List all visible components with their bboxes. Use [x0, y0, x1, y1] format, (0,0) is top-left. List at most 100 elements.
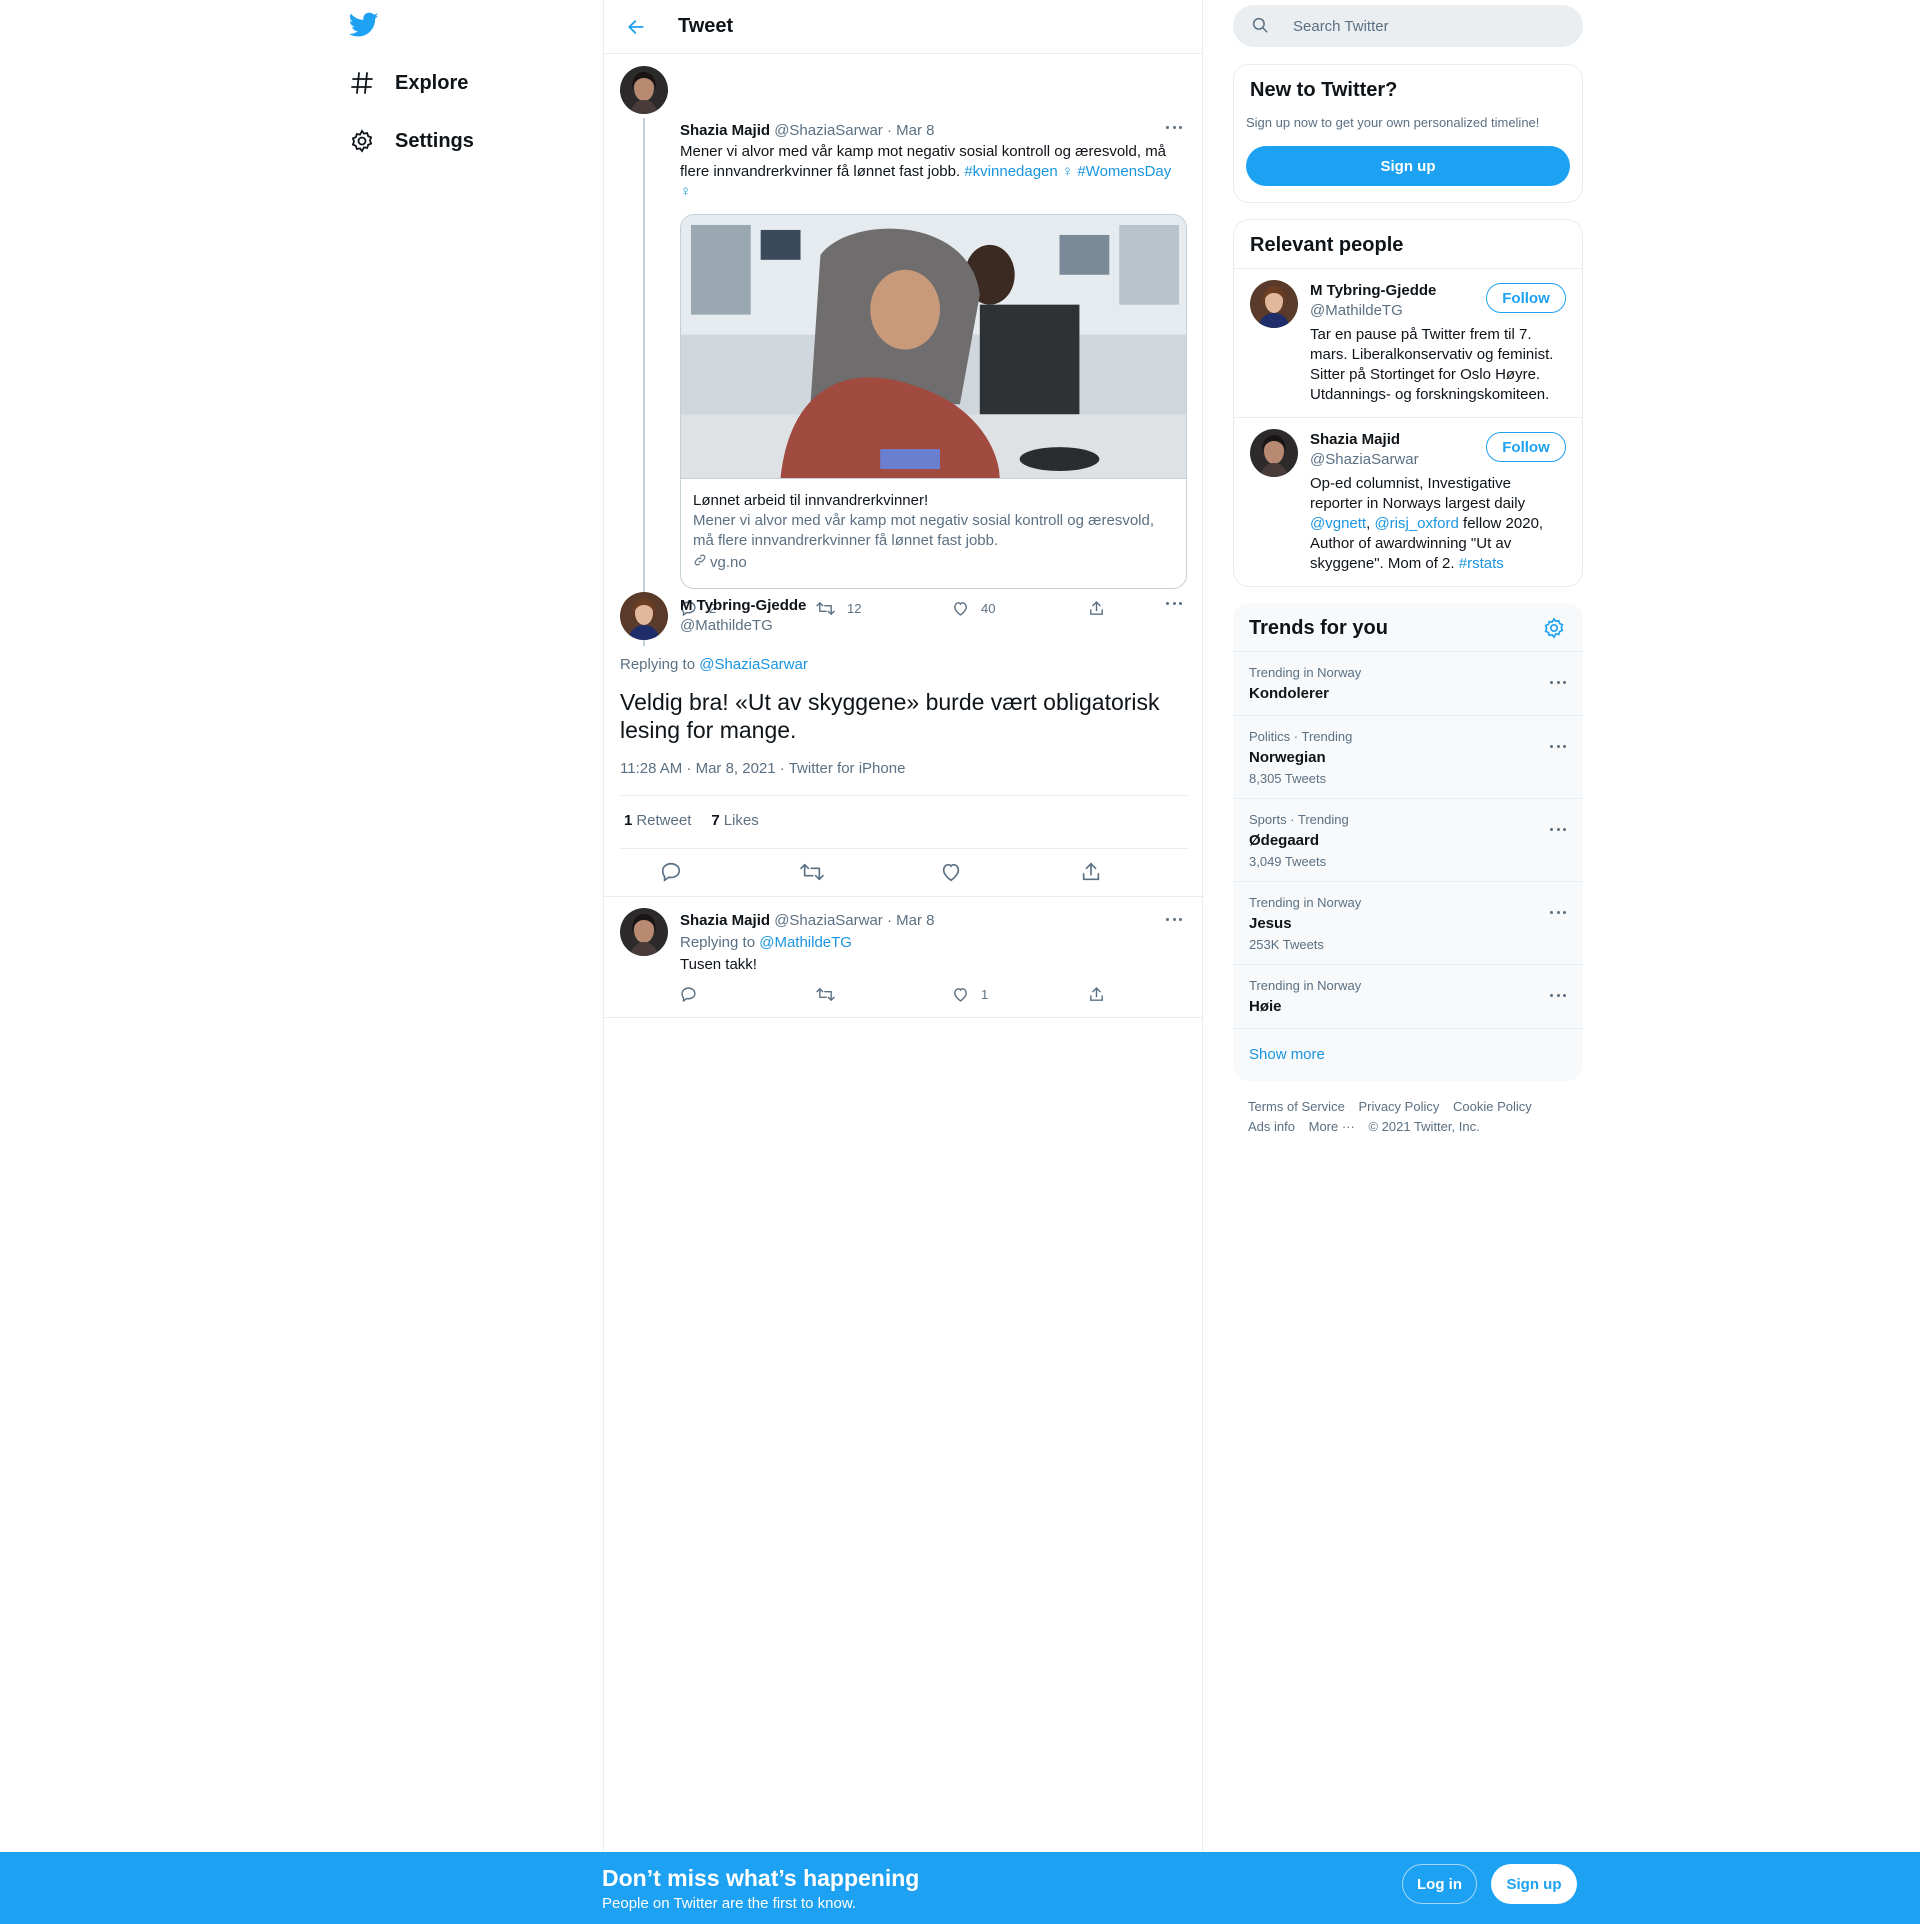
trend-item[interactable]: Politics · Trending Norwegian 8,305 Twee… — [1233, 715, 1583, 798]
like-button[interactable]: 40 — [952, 600, 1088, 617]
author-handle[interactable]: @ShaziaSarwar — [774, 122, 883, 139]
gear-icon[interactable] — [1543, 617, 1565, 639]
mention-link[interactable]: @vgnett — [1310, 515, 1366, 532]
share-button[interactable] — [1080, 860, 1220, 884]
tweet-header: Shazia Majid @ShaziaSarwar · Mar 8 — [680, 122, 935, 139]
privacy-link[interactable]: Privacy Policy — [1358, 1097, 1439, 1117]
tweet-date[interactable]: · Mar 8 — [887, 912, 935, 929]
mention-link[interactable]: @risj_oxford — [1374, 515, 1458, 532]
hashtag-icon — [349, 70, 375, 96]
person-card[interactable]: Shazia Majid @ShaziaSarwar Follow Op-ed … — [1234, 417, 1582, 587]
trend-item[interactable]: Trending in Norway Jesus 253K Tweets — [1233, 881, 1583, 964]
avatar[interactable] — [620, 908, 668, 956]
trend-item[interactable]: Sports · Trending Ødegaard 3,049 Tweets — [1233, 798, 1583, 881]
more-link[interactable]: More ··· — [1309, 1117, 1355, 1137]
tweet-text: Veldig bra! «Ut av skyggene» burde vært … — [620, 689, 1160, 743]
share-icon — [1082, 862, 1100, 881]
more-options-icon[interactable] — [1547, 739, 1569, 753]
person-handle[interactable]: @ShaziaSarwar — [1310, 451, 1419, 468]
author-handle[interactable]: @ShaziaSarwar — [774, 912, 883, 929]
avatar[interactable] — [1250, 280, 1298, 328]
show-more-link[interactable]: Show more — [1249, 1046, 1325, 1063]
more-options-icon[interactable] — [1163, 596, 1185, 610]
copyright: © 2021 Twitter, Inc. — [1368, 1119, 1480, 1134]
box-title: New to Twitter? — [1250, 79, 1398, 101]
replying-label: Replying to — [620, 656, 696, 673]
like-button[interactable]: 1 — [952, 986, 1088, 1003]
page-header: Tweet — [604, 0, 1202, 54]
like-button[interactable] — [940, 860, 1080, 884]
log-in-button[interactable]: Log in — [1402, 1864, 1477, 1904]
author-block: M Tybring-Gjedde @MathildeTG — [680, 596, 806, 636]
avatar[interactable] — [620, 66, 668, 114]
reply-icon — [681, 987, 696, 1003]
nav-explore[interactable]: Explore — [349, 63, 468, 103]
reply-mention-link[interactable]: @ShaziaSarwar — [699, 656, 808, 673]
trend-name: Kondolerer — [1249, 685, 1330, 702]
bio-text: fellow 2020, — [1458, 515, 1544, 532]
parent-tweet[interactable]: Shazia Majid @ShaziaSarwar · Mar 8 Mener… — [604, 54, 1202, 646]
like-count: 1 — [981, 987, 989, 1002]
hashtag-link[interactable]: #WomensDay — [1077, 163, 1171, 180]
card-image — [681, 215, 1186, 479]
like-stat[interactable]: 7 Likes — [711, 812, 758, 829]
reply-button[interactable] — [680, 986, 816, 1003]
trend-item[interactable]: Trending in Norway Kondolerer — [1233, 651, 1583, 715]
author-name[interactable]: Shazia Majid — [680, 912, 770, 929]
follow-button[interactable]: Follow — [1486, 432, 1566, 462]
hashtag-link[interactable]: #kvinnedagen — [964, 163, 1057, 180]
author-name[interactable]: Shazia Majid — [680, 122, 770, 139]
person-handle[interactable]: @MathildeTG — [1310, 302, 1403, 319]
person-name[interactable]: M Tybring-Gjedde — [1310, 282, 1436, 299]
share-button[interactable] — [1088, 600, 1224, 617]
trend-count: 253K Tweets — [1249, 937, 1324, 952]
sign-up-button[interactable]: Sign up — [1491, 1864, 1577, 1904]
trend-category: Sports · Trending — [1249, 812, 1349, 827]
trend-count: 3,049 Tweets — [1249, 854, 1327, 869]
link-icon — [693, 553, 710, 573]
reply-mention-link[interactable]: @MathildeTG — [759, 934, 852, 951]
retweet-icon — [816, 602, 835, 615]
retweet-button[interactable]: 12 — [816, 600, 952, 617]
tweet-date[interactable]: · Mar 8 — [887, 122, 935, 139]
card-title: Lønnet arbeid til innvandrerkvinner! — [693, 492, 929, 509]
person-name[interactable]: Shazia Majid — [1310, 431, 1400, 448]
more-options-icon[interactable] — [1547, 675, 1569, 689]
retweet-stat[interactable]: 1 Retweet — [624, 812, 691, 829]
sign-up-button[interactable]: Sign up — [1246, 146, 1570, 186]
cookie-link[interactable]: Cookie Policy — [1453, 1097, 1532, 1117]
bio-line: skyggene". Mom of 2. #rstats — [1310, 554, 1570, 574]
share-icon — [1090, 601, 1103, 615]
trend-category: Trending in Norway — [1249, 665, 1362, 680]
retweet-button[interactable] — [800, 860, 940, 884]
reply-button[interactable] — [660, 860, 800, 884]
more-options-icon[interactable] — [1163, 120, 1185, 134]
back-arrow-icon[interactable] — [624, 15, 648, 39]
female-sign-icon: ♀ — [680, 183, 692, 200]
follow-button[interactable]: Follow — [1486, 283, 1566, 313]
author-name[interactable]: M Tybring-Gjedde — [680, 596, 806, 616]
more-options-icon[interactable] — [1547, 822, 1569, 836]
trend-item[interactable]: Trending in Norway Høie — [1233, 964, 1583, 1028]
link-card[interactable]: Lønnet arbeid til innvandrerkvinner! Men… — [680, 214, 1187, 589]
search-input[interactable] — [1293, 17, 1553, 35]
terms-link[interactable]: Terms of Service — [1248, 1097, 1345, 1117]
hashtag-link[interactable]: #rstats — [1459, 555, 1504, 572]
avatar[interactable] — [1250, 429, 1298, 477]
twitter-bird-icon[interactable] — [348, 12, 379, 38]
more-options-icon[interactable] — [1547, 988, 1569, 1002]
author-handle[interactable]: @MathildeTG — [680, 616, 806, 636]
more-options-icon[interactable] — [1163, 912, 1185, 926]
ads-info-link[interactable]: Ads info — [1248, 1117, 1295, 1137]
share-button[interactable] — [1088, 986, 1224, 1003]
avatar[interactable] — [620, 592, 668, 640]
trend-name: Ødegaard — [1249, 832, 1320, 849]
person-card[interactable]: M Tybring-Gjedde @MathildeTG Follow Tar … — [1234, 268, 1582, 417]
more-options-icon[interactable] — [1547, 905, 1569, 919]
replying-to: Replying to @ShaziaSarwar — [620, 656, 808, 673]
retweet-button[interactable] — [816, 986, 952, 1003]
divider — [604, 896, 1204, 897]
tweet-meta[interactable]: 11:28 AM · Mar 8, 2021 · Twitter for iPh… — [620, 760, 905, 777]
nav-settings[interactable]: Settings — [349, 121, 474, 161]
search-bar[interactable] — [1233, 5, 1583, 47]
